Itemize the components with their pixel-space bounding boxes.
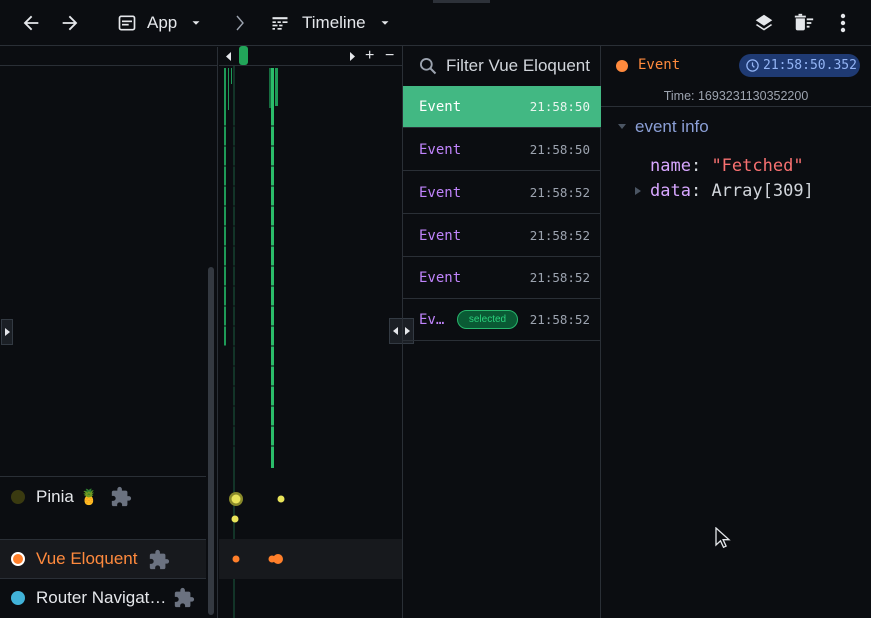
- clock-icon: [746, 59, 759, 72]
- chevron-left-icon: [393, 327, 398, 335]
- scroll-right-icon[interactable]: [349, 52, 355, 61]
- event-row[interactable]: Event 21:58:52: [403, 257, 601, 299]
- layer-color-dot: [11, 552, 25, 566]
- timeline-selector[interactable]: Timeline: [270, 10, 392, 36]
- layer-router-navigations[interactable]: Router Navigat…: [0, 578, 206, 618]
- time-badge: 21:58:50.352: [739, 54, 860, 77]
- event-info-section[interactable]: event info: [617, 117, 709, 137]
- window-strip: [433, 0, 490, 3]
- event-time: 21:58:52: [529, 185, 590, 200]
- time-badge-label: 21:58:50.352: [763, 58, 857, 73]
- event-title: Event: [419, 269, 462, 286]
- event-title: Event: [419, 227, 462, 244]
- arrow-right-icon: [62, 15, 78, 31]
- app-label: App: [147, 13, 178, 32]
- selected-badge: selected: [457, 310, 518, 329]
- prop-key: name: [650, 156, 691, 176]
- mouse-cursor-icon: [715, 527, 731, 549]
- chevron-down-icon: [618, 124, 626, 129]
- chevron-down-icon: [192, 21, 200, 25]
- zoom-in-button[interactable]: +: [365, 47, 374, 64]
- prop-name: name: "Fetched": [650, 156, 804, 176]
- detail-title: Event: [638, 57, 681, 73]
- timeline-tracks: [219, 66, 402, 618]
- prop-value: Array[309]: [711, 181, 814, 201]
- event-row[interactable]: Event 21:58:50: [403, 129, 601, 171]
- layer-name: Vue Eloquent: [36, 549, 138, 568]
- chevron-right-icon: [5, 328, 10, 336]
- timeline-icon: [272, 17, 288, 30]
- prop-data[interactable]: data: Array[309]: [650, 181, 814, 201]
- breadcrumb-separator: [232, 10, 248, 36]
- back-button[interactable]: [20, 10, 42, 36]
- more-vertical-icon: [840, 13, 846, 33]
- event-title: Event: [419, 98, 462, 115]
- delete-sweep-icon: [794, 13, 814, 31]
- layers-icon: [755, 14, 773, 31]
- detail-header: Event 21:58:50.352: [601, 46, 871, 86]
- event-title: Event: [419, 141, 462, 158]
- timeline-label: Timeline: [302, 13, 366, 32]
- layers-panel: Pinia 🍍 Vue Eloquent Router Navigat…: [0, 47, 218, 618]
- prop-key: data: [650, 181, 691, 201]
- timeline-scrubber: + −: [219, 46, 402, 66]
- layer-name: Pinia: [36, 486, 74, 506]
- event-row[interactable]: Event 21:58:50: [403, 86, 601, 128]
- scroll-left-icon[interactable]: [226, 52, 232, 61]
- zoom-out-button[interactable]: −: [385, 47, 394, 64]
- timeline-viewport-handle[interactable]: [239, 46, 248, 65]
- layers-scrollbar[interactable]: [208, 267, 214, 615]
- event-color-dot: [616, 60, 628, 72]
- plugin-icon: [111, 486, 132, 507]
- event-time: 21:58:50: [529, 99, 590, 114]
- chevron-down-icon: [381, 21, 389, 25]
- event-title: Event: [419, 184, 462, 201]
- search-icon: [420, 57, 437, 75]
- event-title: Ev…: [419, 311, 445, 328]
- toolbar: App Timeline: [0, 0, 871, 46]
- clear-button[interactable]: [793, 10, 815, 36]
- filter-placeholder: Filter Vue Eloquent: [446, 56, 590, 75]
- pinia-event-dots: [229, 492, 285, 523]
- timeline-gridlines: [223, 125, 279, 447]
- expand-left-panel-button[interactable]: [1, 319, 13, 345]
- section-title: event info: [635, 117, 709, 136]
- timeline-event-bars: [224, 68, 278, 468]
- forward-button[interactable]: [59, 10, 81, 36]
- timeline-canvas[interactable]: + −: [219, 46, 402, 618]
- prop-value: "Fetched": [711, 156, 804, 176]
- event-filter[interactable]: Filter Vue Eloquent: [403, 46, 601, 86]
- event-time: 21:58:52: [529, 270, 590, 285]
- plugin-icon: [174, 587, 195, 608]
- layers-button[interactable]: [753, 10, 775, 36]
- plugin-icon: [149, 549, 170, 570]
- detail-timestamp: Time: 1693231130352200: [601, 86, 871, 107]
- layer-vue-eloquent[interactable]: Vue Eloquent: [0, 539, 206, 579]
- event-time: 21:58:52: [529, 312, 590, 327]
- event-row[interactable]: Event 21:58:52: [403, 172, 601, 214]
- event-detail-panel: Event 21:58:50.352 Time: 169323113035220…: [601, 46, 871, 618]
- layer-pinia[interactable]: Pinia 🍍: [0, 476, 206, 516]
- event-row[interactable]: Ev… selected 21:58:52: [403, 299, 601, 341]
- pineapple-icon: 🍍: [79, 488, 99, 506]
- event-time: 21:58:52: [529, 228, 590, 243]
- layer-color-dot: [11, 591, 25, 605]
- expand-data-icon[interactable]: [634, 186, 642, 196]
- event-list-panel: Filter Vue Eloquent Event 21:58:50 Event…: [402, 46, 601, 618]
- app-selector[interactable]: App: [117, 10, 203, 36]
- layer-color-dot: [11, 489, 25, 504]
- app-window-icon: [118, 15, 136, 31]
- chevron-right-icon: [236, 15, 244, 31]
- event-row[interactable]: Event 21:58:52: [403, 215, 601, 257]
- arrow-left-icon: [23, 15, 39, 31]
- layers-header: [0, 47, 218, 66]
- event-time: 21:58:50: [529, 142, 590, 157]
- layer-name: Router Navigat…: [36, 588, 167, 607]
- more-button[interactable]: [833, 10, 853, 36]
